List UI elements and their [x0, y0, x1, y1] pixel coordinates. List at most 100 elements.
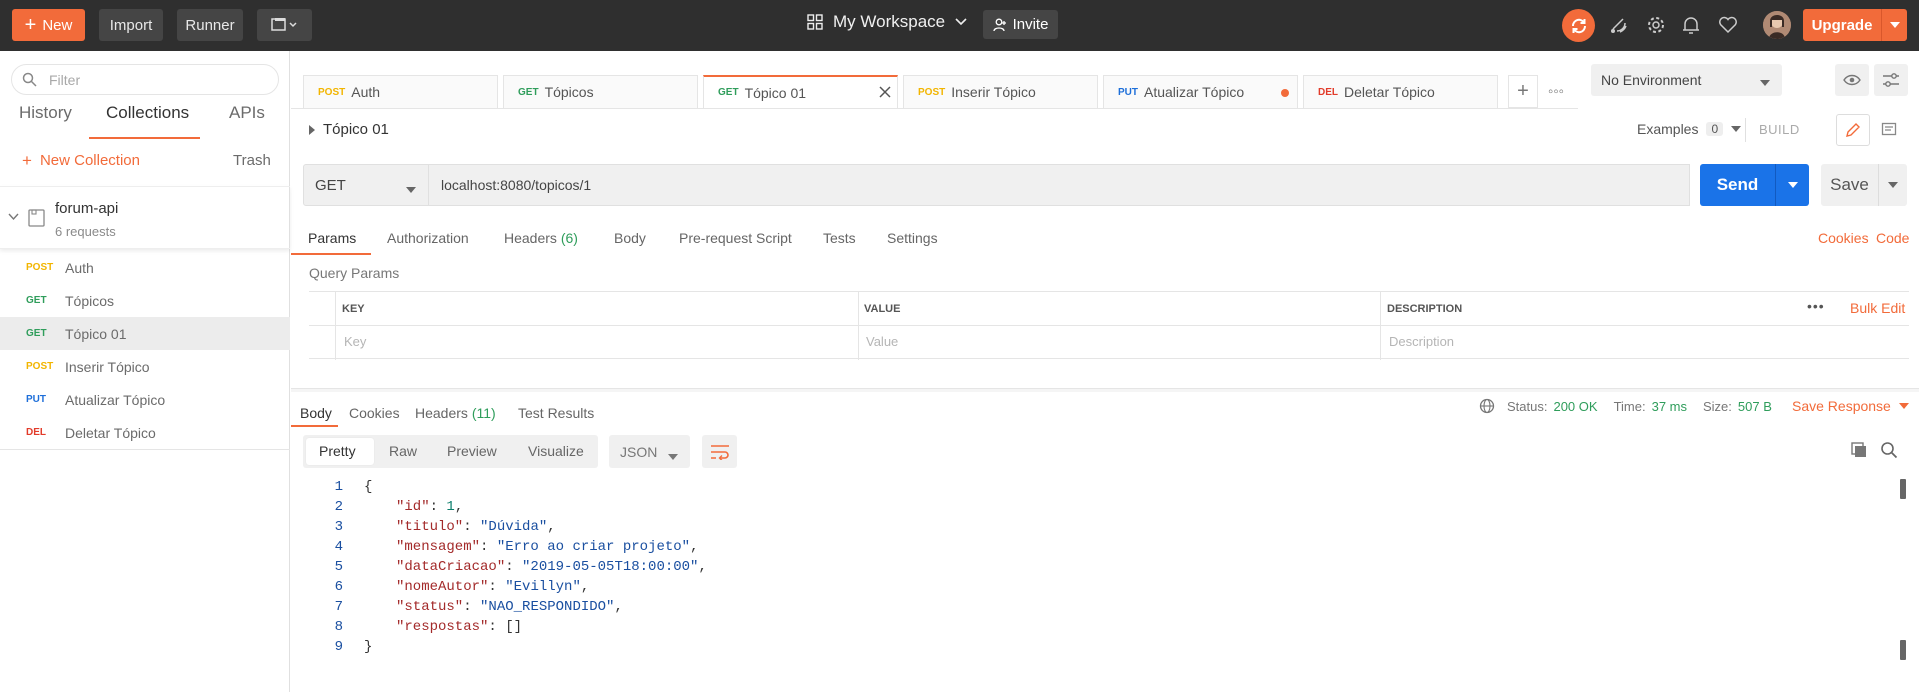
bell-icon[interactable]: [1680, 14, 1702, 36]
environment-quick-look-button[interactable]: [1835, 64, 1869, 96]
new-button[interactable]: + New: [12, 9, 85, 41]
tab-response-body[interactable]: Body: [300, 405, 332, 421]
tab-request-deletar-topico[interactable]: DEL Deletar Tópico: [1303, 75, 1498, 108]
format-visualize[interactable]: Visualize: [528, 443, 584, 459]
chevron-down-icon[interactable]: [8, 213, 19, 221]
code-text: {: [364, 479, 373, 495]
satellite-icon[interactable]: [1608, 14, 1630, 36]
tab-history[interactable]: History: [19, 103, 72, 123]
heart-icon[interactable]: [1717, 14, 1739, 36]
globe-icon[interactable]: [1479, 398, 1495, 414]
size-value[interactable]: 507 B: [1738, 399, 1772, 414]
sidebar-request-topicos[interactable]: GET Tópicos: [0, 284, 290, 317]
json-key: "respostas": [396, 619, 489, 635]
scrollbar-bottom[interactable]: [1900, 640, 1906, 660]
send-button[interactable]: Send: [1700, 164, 1809, 206]
tab-request-auth[interactable]: POST Auth: [303, 75, 498, 108]
sidebar-request-topico-01[interactable]: GET Tópico 01: [0, 317, 290, 350]
tab-request-topico-01[interactable]: GET Tópico 01: [703, 75, 898, 108]
line-number: 6: [334, 579, 343, 595]
tab-request-topicos[interactable]: GET Tópicos: [503, 75, 698, 108]
collection-forum-api[interactable]: forum-api 6 requests: [0, 186, 290, 249]
caret-down-icon[interactable]: [1879, 182, 1907, 188]
format-pretty[interactable]: Pretty: [319, 443, 356, 459]
tab-response-headers[interactable]: Headers (11): [415, 405, 496, 421]
sync-icon: [1571, 18, 1586, 33]
sync-button[interactable]: [1562, 9, 1595, 42]
language-select[interactable]: JSON: [609, 435, 690, 468]
bulk-edit-link[interactable]: Bulk Edit: [1850, 300, 1905, 316]
status-value[interactable]: 200 OK: [1553, 399, 1597, 414]
upgrade-button[interactable]: Upgrade: [1803, 9, 1907, 41]
tab-request-inserir-topico[interactable]: POST Inserir Tópico: [903, 75, 1098, 108]
time-value[interactable]: 37 ms: [1652, 399, 1687, 414]
response-body-code[interactable]: 1{ 2 "id": 1, 3 "titulo": "Dúvida", 4 "mens…: [291, 479, 1896, 659]
caret-down-icon[interactable]: [1882, 22, 1907, 28]
sidebar-request-deletar-topico[interactable]: DEL Deletar Tópico: [0, 416, 290, 449]
cookies-link[interactable]: Cookies: [1818, 230, 1869, 246]
sidebar-request-auth[interactable]: POST Auth: [0, 251, 290, 284]
format-preview[interactable]: Preview: [447, 443, 497, 459]
scrollbar-top[interactable]: [1900, 479, 1906, 499]
import-button[interactable]: Import: [99, 9, 163, 41]
caret-right-icon: [309, 124, 315, 135]
format-raw[interactable]: Raw: [389, 443, 417, 459]
column-header-key: KEY: [342, 303, 365, 315]
tab-authorization[interactable]: Authorization: [387, 230, 469, 246]
more-icon[interactable]: •••: [1807, 298, 1825, 314]
code-link[interactable]: Code: [1876, 230, 1909, 246]
description-input[interactable]: Description: [1389, 334, 1454, 349]
plus-icon: +: [22, 151, 32, 170]
workspace-switcher[interactable]: My Workspace: [807, 12, 967, 32]
close-icon[interactable]: [879, 85, 891, 101]
settings-icon[interactable]: [1645, 14, 1667, 36]
tab-settings[interactable]: Settings: [887, 230, 938, 246]
new-tab-button[interactable]: +: [1508, 75, 1538, 108]
edit-mode-button[interactable]: [1836, 114, 1870, 146]
build-mode-label[interactable]: BUILD: [1759, 122, 1800, 137]
trash-link[interactable]: Trash: [233, 152, 271, 169]
save-button[interactable]: Save: [1821, 164, 1907, 206]
new-window-button[interactable]: [257, 9, 312, 41]
tab-apis[interactable]: APIs: [229, 103, 265, 123]
copy-icon[interactable]: [1850, 441, 1868, 459]
tab-response-cookies[interactable]: Cookies: [349, 405, 400, 421]
tab-collections[interactable]: Collections: [106, 103, 189, 123]
tab-test-results[interactable]: Test Results: [518, 405, 594, 421]
method-select[interactable]: GET: [303, 164, 429, 206]
more-icon: ◦◦◦: [1548, 83, 1564, 100]
manage-environments-button[interactable]: [1874, 64, 1908, 96]
documentation-button[interactable]: [1872, 114, 1906, 146]
key-input[interactable]: Key: [344, 334, 366, 349]
request-title[interactable]: Tópico 01: [309, 121, 389, 138]
tab-request-atualizar-topico[interactable]: PUT Atualizar Tópico: [1103, 75, 1298, 108]
examples-dropdown[interactable]: Examples 0: [1637, 121, 1742, 137]
headers-count: (6): [560, 230, 578, 246]
tab-body[interactable]: Body: [614, 230, 646, 246]
save-response-button[interactable]: Save Response: [1792, 398, 1909, 414]
save-response-label: Save Response: [1792, 398, 1891, 414]
user-avatar[interactable]: [1763, 11, 1791, 39]
column-header-description: DESCRIPTION: [1387, 303, 1463, 315]
line-number: 3: [334, 519, 343, 535]
tab-pre-request-script[interactable]: Pre-request Script: [679, 230, 792, 246]
filter-input[interactable]: Filter: [11, 64, 279, 95]
invite-label: Invite: [1012, 16, 1049, 33]
sidebar-request-atualizar-topico[interactable]: PUT Atualizar Tópico: [0, 383, 290, 416]
tab-options-button[interactable]: ◦◦◦: [1541, 75, 1571, 108]
code-line: 6 "nomeAutor": "Evillyn",: [291, 579, 1891, 599]
value-input[interactable]: Value: [866, 334, 898, 349]
caret-down-icon[interactable]: [1776, 182, 1809, 188]
url-input[interactable]: localhost:8080/topicos/1: [429, 164, 1690, 206]
search-icon[interactable]: [1880, 441, 1898, 459]
environment-select[interactable]: No Environment: [1591, 64, 1782, 96]
wrap-lines-button[interactable]: [702, 435, 737, 468]
sidebar-request-inserir-topico[interactable]: POST Inserir Tópico: [0, 350, 290, 383]
runner-button[interactable]: Runner: [177, 9, 243, 41]
tab-headers[interactable]: Headers (6): [504, 230, 578, 246]
tab-params[interactable]: Params: [308, 230, 356, 246]
method-badge: POST: [918, 86, 946, 98]
invite-button[interactable]: Invite: [983, 10, 1058, 39]
tab-tests[interactable]: Tests: [823, 230, 856, 246]
new-collection-button[interactable]: + New Collection: [22, 152, 140, 169]
